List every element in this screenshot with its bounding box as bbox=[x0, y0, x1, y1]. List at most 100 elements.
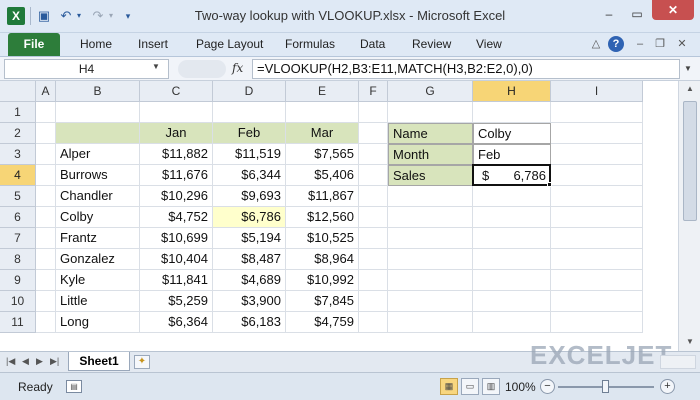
empty-cell[interactable] bbox=[36, 228, 56, 249]
empty-cell[interactable] bbox=[36, 186, 56, 207]
insert-function-icon[interactable]: fx bbox=[232, 61, 243, 75]
empty-cell[interactable] bbox=[551, 144, 643, 165]
table-cell-sales[interactable]: $5,406 bbox=[286, 165, 359, 186]
row-header[interactable]: 11 bbox=[0, 312, 36, 333]
table-row-name[interactable]: Kyle bbox=[56, 270, 140, 291]
empty-cell[interactable] bbox=[359, 291, 388, 312]
table-cell-sales[interactable]: $8,487 bbox=[213, 249, 286, 270]
tab-home[interactable]: Home bbox=[80, 37, 112, 51]
ribbon-collapse-icon[interactable]: △ bbox=[588, 36, 604, 52]
minimize-button[interactable]: – bbox=[596, 5, 622, 23]
row-header[interactable]: 4 bbox=[0, 165, 36, 186]
empty-cell[interactable] bbox=[56, 102, 140, 123]
table-row-name[interactable]: Frantz bbox=[56, 228, 140, 249]
empty-cell[interactable] bbox=[473, 228, 551, 249]
table-cell-sales[interactable]: $10,699 bbox=[140, 228, 213, 249]
vertical-scroll-thumb[interactable] bbox=[683, 101, 697, 221]
empty-cell[interactable] bbox=[36, 123, 56, 144]
empty-cell[interactable] bbox=[388, 186, 473, 207]
empty-cell[interactable] bbox=[359, 228, 388, 249]
page-layout-view-button[interactable]: ▭ bbox=[461, 378, 479, 395]
zoom-level[interactable]: 100% bbox=[505, 380, 536, 394]
column-header[interactable]: C bbox=[140, 81, 213, 102]
doc-minimize-icon[interactable]: – bbox=[632, 36, 648, 52]
empty-cell[interactable] bbox=[473, 291, 551, 312]
prev-sheet-icon[interactable]: ◀ bbox=[22, 356, 29, 367]
tab-review[interactable]: Review bbox=[412, 37, 451, 51]
empty-cell[interactable] bbox=[36, 102, 56, 123]
empty-cell[interactable] bbox=[36, 291, 56, 312]
row-header[interactable]: 9 bbox=[0, 270, 36, 291]
table-header-corner[interactable] bbox=[56, 123, 140, 144]
empty-cell[interactable] bbox=[36, 207, 56, 228]
lookup-name-input[interactable]: Colby bbox=[473, 123, 551, 144]
tab-formulas[interactable]: Formulas bbox=[285, 37, 335, 51]
empty-cell[interactable] bbox=[388, 291, 473, 312]
empty-cell[interactable] bbox=[473, 249, 551, 270]
empty-cell[interactable] bbox=[473, 312, 551, 333]
table-cell-sales[interactable]: $3,900 bbox=[213, 291, 286, 312]
row-header[interactable]: 8 bbox=[0, 249, 36, 270]
table-cell-sales[interactable]: $11,867 bbox=[286, 186, 359, 207]
column-header[interactable]: G bbox=[388, 81, 473, 102]
row-header[interactable]: 10 bbox=[0, 291, 36, 312]
table-cell-sales[interactable]: $5,259 bbox=[140, 291, 213, 312]
empty-cell[interactable] bbox=[388, 228, 473, 249]
fill-handle[interactable] bbox=[547, 182, 552, 187]
row-header[interactable]: 7 bbox=[0, 228, 36, 249]
table-row-name[interactable]: Colby bbox=[56, 207, 140, 228]
table-cell-sales[interactable]: $12,560 bbox=[286, 207, 359, 228]
empty-cell[interactable] bbox=[551, 249, 643, 270]
table-cell-sales[interactable]: $5,194 bbox=[213, 228, 286, 249]
empty-cell[interactable] bbox=[359, 207, 388, 228]
help-icon[interactable]: ? bbox=[608, 36, 624, 52]
empty-cell[interactable] bbox=[359, 312, 388, 333]
row-header[interactable]: 2 bbox=[0, 123, 36, 144]
empty-cell[interactable] bbox=[388, 207, 473, 228]
table-cell-sales[interactable]: $11,676 bbox=[140, 165, 213, 186]
horizontal-scrollbar[interactable] bbox=[660, 355, 696, 369]
empty-cell[interactable] bbox=[388, 102, 473, 123]
empty-cell[interactable] bbox=[473, 102, 551, 123]
column-header[interactable]: F bbox=[359, 81, 388, 102]
page-break-view-button[interactable]: ▥ bbox=[482, 378, 500, 395]
sheet-tab-sheet1[interactable]: Sheet1 bbox=[68, 352, 130, 371]
tab-file[interactable]: File bbox=[8, 33, 60, 56]
table-cell-sales[interactable]: $6,786 bbox=[213, 207, 286, 228]
column-header[interactable]: E bbox=[286, 81, 359, 102]
column-header[interactable]: B bbox=[56, 81, 140, 102]
zoom-out-icon[interactable]: − bbox=[540, 379, 555, 394]
lookup-month-input[interactable]: Feb bbox=[473, 144, 551, 165]
empty-cell[interactable] bbox=[359, 144, 388, 165]
table-cell-sales[interactable]: $6,344 bbox=[213, 165, 286, 186]
table-cell-sales[interactable]: $4,759 bbox=[286, 312, 359, 333]
empty-cell[interactable] bbox=[359, 270, 388, 291]
table-header-month[interactable]: Mar bbox=[286, 123, 359, 144]
empty-cell[interactable] bbox=[36, 249, 56, 270]
table-cell-sales[interactable]: $11,882 bbox=[140, 144, 213, 165]
worksheet-grid[interactable]: A B C D E F G H I 1 2 3 4 5 6 7 8 9 10 11 Jan Feb Mar Alper $11,… bbox=[0, 81, 678, 351]
name-box-dropdown-icon[interactable]: ▼ bbox=[152, 62, 160, 71]
tab-view[interactable]: View bbox=[476, 37, 502, 51]
table-row-name[interactable]: Long bbox=[56, 312, 140, 333]
tab-page-layout[interactable]: Page Layout bbox=[196, 37, 263, 51]
column-header[interactable]: D bbox=[213, 81, 286, 102]
table-cell-sales[interactable]: $10,404 bbox=[140, 249, 213, 270]
empty-cell[interactable] bbox=[359, 249, 388, 270]
empty-cell[interactable] bbox=[286, 102, 359, 123]
row-header[interactable]: 1 bbox=[0, 102, 36, 123]
empty-cell[interactable] bbox=[36, 144, 56, 165]
table-row-name[interactable]: Burrows bbox=[56, 165, 140, 186]
empty-cell[interactable] bbox=[473, 207, 551, 228]
table-cell-sales[interactable]: $7,565 bbox=[286, 144, 359, 165]
empty-cell[interactable] bbox=[359, 102, 388, 123]
table-cell-sales[interactable]: $7,845 bbox=[286, 291, 359, 312]
close-button[interactable]: ✕ bbox=[652, 0, 694, 20]
empty-cell[interactable] bbox=[388, 270, 473, 291]
last-sheet-icon[interactable]: ▶| bbox=[50, 356, 59, 367]
lookup-month-label[interactable]: Month bbox=[388, 144, 473, 165]
empty-cell[interactable] bbox=[551, 312, 643, 333]
scroll-down-icon[interactable]: ▼ bbox=[679, 337, 700, 346]
empty-cell[interactable] bbox=[551, 186, 643, 207]
table-row-name[interactable]: Alper bbox=[56, 144, 140, 165]
